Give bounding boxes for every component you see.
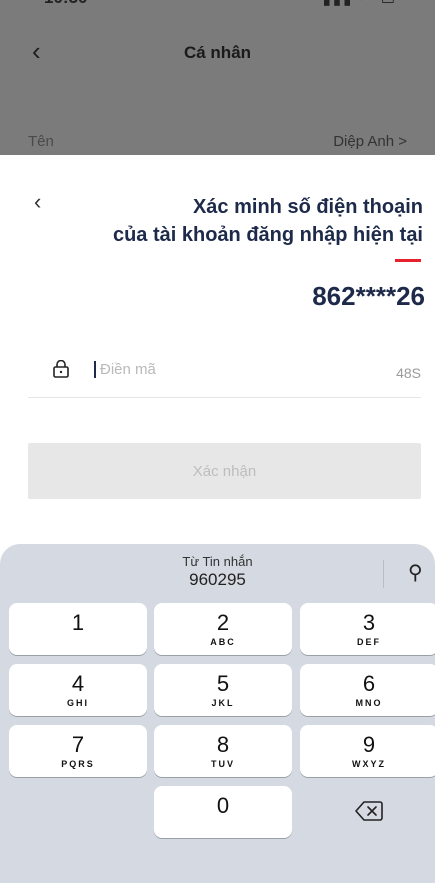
key-letters: MNO <box>355 698 383 708</box>
key-digit: 3 <box>362 610 376 635</box>
key-7[interactable]: 7 PQRS <box>9 725 147 777</box>
input-underline <box>28 397 421 398</box>
delete-key[interactable] <box>300 786 435 838</box>
confirm-button[interactable]: Xác nhận <box>28 443 421 499</box>
headline-line-2: của tài khoản đăng nhập hiện tại <box>112 224 423 246</box>
key-0[interactable]: 0 <box>154 786 292 838</box>
suggestion-divider <box>383 560 384 588</box>
key-digit: 8 <box>216 732 230 757</box>
key-letters: GHI <box>66 698 89 708</box>
headline-line-1: Xác minh số điện thoạin <box>192 196 423 218</box>
key-5[interactable]: 5 JKL <box>154 664 292 716</box>
key-3[interactable]: 3 DEF <box>300 603 435 655</box>
key-digit: 7 <box>71 732 85 757</box>
key-9[interactable]: 9 WXYZ <box>300 725 435 777</box>
key-1[interactable]: 1 <box>9 603 147 655</box>
numeric-keyboard: Từ Tin nhắn 960295 ⚲ 1 2 ABC 3 DEF 4 GHI… <box>0 544 435 883</box>
key-6[interactable]: 6 MNO <box>300 664 435 716</box>
key-letters: JKL <box>211 698 235 708</box>
background-screen: 10:30 ▮▮▮ ◠ ▭ ‹ Cá nhân Tên Diệp Anh > <box>0 0 435 155</box>
backspace-icon <box>355 801 383 821</box>
accent-bar <box>395 259 421 262</box>
key-digit: 2 <box>216 610 230 635</box>
name-value[interactable]: Diệp Anh > <box>333 133 407 150</box>
app-frame: 10:30 ▮▮▮ ◠ ▭ ‹ Cá nhân Tên Diệp Anh > ‹… <box>0 0 435 883</box>
key-letters: WXYZ <box>352 759 386 769</box>
key-8[interactable]: 8 TUV <box>154 725 292 777</box>
key-letters: TUV <box>211 759 235 769</box>
key-icon[interactable]: ⚲ <box>408 560 423 585</box>
status-icons: ▮▮▮ ◠ ▭ <box>323 0 397 8</box>
key-letters: PQRS <box>61 759 95 769</box>
key-2[interactable]: 2 ABC <box>154 603 292 655</box>
key-digit: 6 <box>362 671 376 696</box>
otp-suggestion[interactable]: Từ Tin nhắn 960295 <box>0 554 435 590</box>
status-time: 10:30 <box>44 0 87 8</box>
resend-timer: 48S <box>396 365 421 381</box>
sheet-headline: Xác minh số điện thoạin của tài khoản đă… <box>33 193 423 249</box>
key-letters: ABC <box>210 637 236 647</box>
masked-phone: 862****26 <box>312 281 425 311</box>
suggestion-label: Từ Tin nhắn <box>182 554 253 569</box>
key-digit: 9 <box>362 732 376 757</box>
name-label: Tên <box>28 133 54 150</box>
lock-icon <box>53 360 69 378</box>
key-4[interactable]: 4 GHI <box>9 664 147 716</box>
page-title: Cá nhân <box>183 43 252 62</box>
key-digit: 5 <box>216 671 230 696</box>
suggestion-code: 960295 <box>189 570 246 589</box>
key-digit: 0 <box>216 793 230 818</box>
key-letters: DEF <box>357 637 381 647</box>
key-digit: 4 <box>71 671 85 696</box>
key-digit: 1 <box>71 610 85 635</box>
code-input[interactable] <box>94 361 360 378</box>
